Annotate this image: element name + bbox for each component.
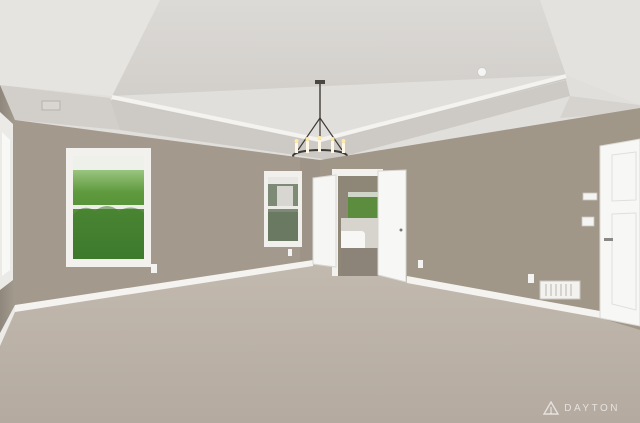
outlet — [288, 249, 292, 256]
right-door-leaf — [377, 169, 407, 283]
entry-door — [599, 138, 640, 327]
left-door-leaf — [312, 174, 337, 268]
room-photo: DAYTON — [0, 0, 640, 423]
light-switch — [581, 216, 595, 227]
outlet — [151, 264, 157, 273]
edge-window — [0, 112, 13, 290]
outlet — [418, 260, 423, 268]
room-illustration — [0, 0, 640, 423]
watermark: DAYTON — [543, 401, 620, 415]
outlet — [528, 274, 534, 283]
ceiling-vent — [41, 100, 61, 111]
thermostat — [582, 192, 598, 201]
watermark-text: DAYTON — [564, 402, 620, 414]
middle-window — [264, 171, 302, 247]
smoke-detector — [477, 67, 487, 77]
watermark-logo-icon — [543, 401, 560, 415]
bathroom-doorway — [312, 169, 407, 283]
left-window — [66, 148, 151, 267]
